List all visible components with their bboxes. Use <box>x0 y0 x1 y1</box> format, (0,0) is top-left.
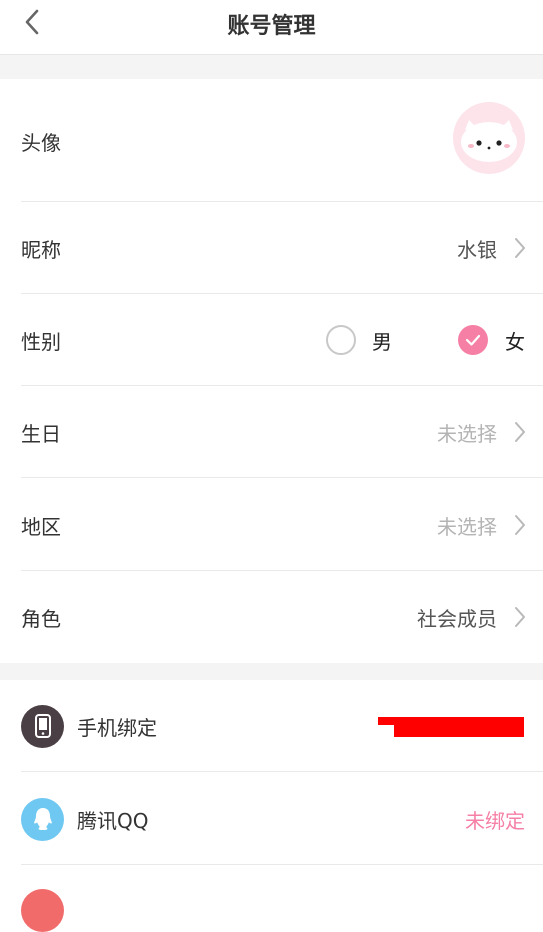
region-label: 地区 <box>21 514 61 539</box>
chevron-right-icon <box>513 605 527 629</box>
redaction-mark <box>378 717 524 725</box>
chevron-right-icon <box>513 236 527 260</box>
role-row[interactable]: 角色 社会成员 <box>0 571 543 663</box>
next-binding-icon <box>21 889 64 932</box>
redaction-mark <box>394 725 524 737</box>
nickname-row[interactable]: 昵称 水银 <box>0 202 543 294</box>
row-separator <box>21 771 543 772</box>
phone-binding-label: 手机绑定 <box>77 715 157 740</box>
qq-binding-row[interactable]: 腾讯QQ 未绑定 <box>0 773 543 865</box>
row-separator <box>21 864 543 865</box>
role-value: 社会成员 <box>417 606 497 631</box>
gender-radio-female[interactable] <box>458 325 488 355</box>
qq-icon <box>21 797 64 841</box>
row-separator <box>21 477 543 478</box>
cat-face-icon <box>461 120 517 162</box>
gender-radio-male[interactable] <box>326 325 356 355</box>
section-divider <box>0 55 543 79</box>
birthday-row[interactable]: 生日 未选择 <box>0 386 543 478</box>
qq-binding-value[interactable]: 未绑定 <box>465 805 525 834</box>
phone-icon <box>21 704 64 748</box>
chevron-right-icon <box>513 420 527 444</box>
role-label: 角色 <box>21 606 61 631</box>
region-row[interactable]: 地区 未选择 <box>0 479 543 571</box>
qq-binding-label: 腾讯QQ <box>77 808 149 833</box>
avatar-row[interactable]: 头像 <box>0 79 543 202</box>
avatar-label: 头像 <box>21 131 61 155</box>
avatar[interactable] <box>453 102 525 174</box>
gender-label: 性别 <box>21 329 61 354</box>
nickname-label: 昵称 <box>21 237 61 262</box>
birthday-value: 未选择 <box>437 421 497 446</box>
page-title: 账号管理 <box>227 14 316 39</box>
nickname-value: 水银 <box>457 237 497 262</box>
checkmark-icon <box>465 334 481 346</box>
chevron-right-icon <box>513 513 527 537</box>
gender-row: 性别 男 女 <box>0 294 543 386</box>
birthday-label: 生日 <box>21 421 61 446</box>
section-divider <box>0 663 543 680</box>
region-value: 未选择 <box>437 514 497 539</box>
nav-bar: 账号管理 <box>0 0 543 55</box>
gender-option-female[interactable]: 女 <box>505 326 525 355</box>
gender-option-male[interactable]: 男 <box>372 326 392 355</box>
